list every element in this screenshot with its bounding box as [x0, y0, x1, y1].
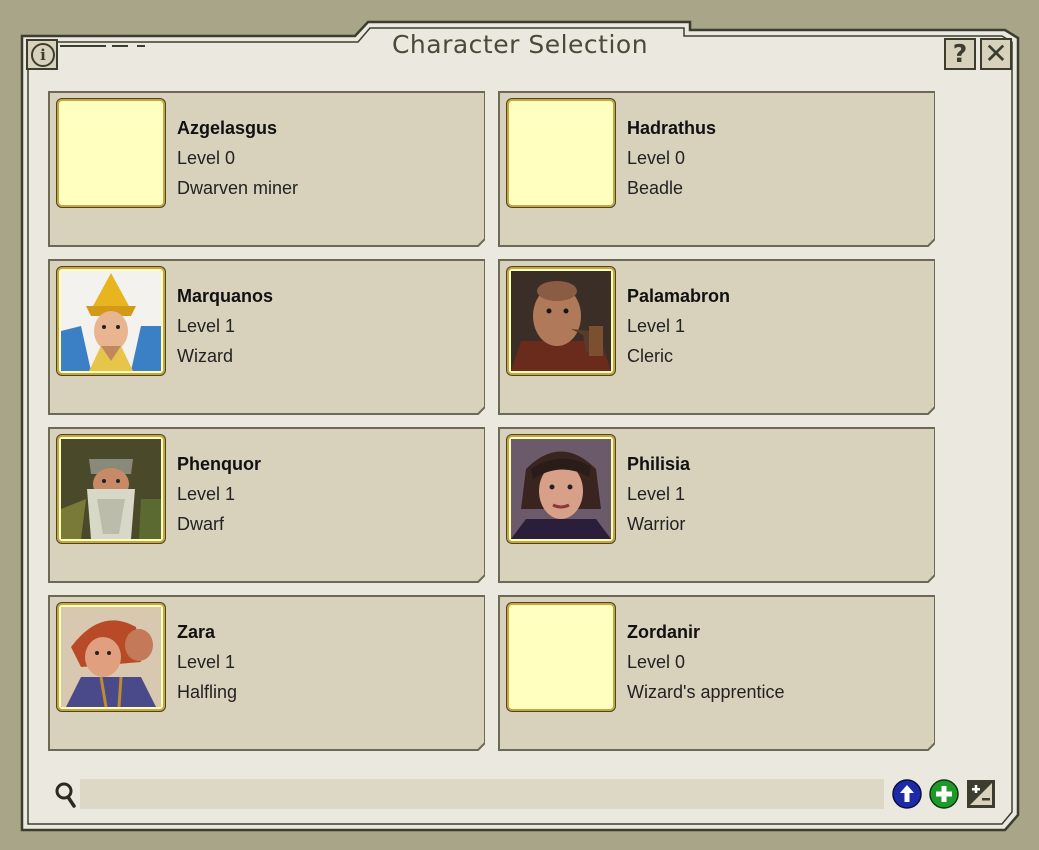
close-button[interactable]: ✕ — [980, 38, 1012, 70]
character-card[interactable]: Zara Level 1 Halfling — [48, 595, 485, 751]
character-class: Warrior — [627, 514, 686, 534]
character-card[interactable]: Azgelasgus Level 0 Dwarven miner — [48, 91, 485, 247]
character-class: Dwarven miner — [177, 178, 299, 198]
dwarf-portrait — [57, 435, 165, 543]
character-name: Zara — [177, 622, 216, 642]
help-button[interactable]: ? — [944, 38, 976, 70]
character-class: Cleric — [627, 346, 674, 366]
character-class: Wizard — [177, 346, 234, 366]
character-level: Level 1 — [177, 484, 236, 504]
character-level: Level 0 — [627, 148, 686, 168]
import-button[interactable] — [892, 779, 922, 809]
portrait-empty — [507, 99, 615, 207]
character-card[interactable]: Palamabron Level 1 Cleric — [498, 259, 935, 415]
character-level: Level 0 — [627, 652, 686, 672]
character-name: Marquanos — [177, 286, 274, 306]
edit-button[interactable] — [966, 779, 996, 809]
character-class: Halfling — [177, 682, 238, 702]
character-level: Level 1 — [627, 484, 686, 504]
character-class: Beadle — [627, 178, 684, 198]
add-character-button[interactable] — [929, 779, 959, 809]
window-title: Character Selection — [391, 30, 649, 59]
character-card[interactable]: Philisia Level 1 Warrior — [498, 427, 935, 583]
halfling-portrait — [57, 603, 165, 711]
character-name: Philisia — [627, 454, 691, 474]
info-icon: i — [31, 43, 55, 67]
character-card[interactable]: Marquanos Level 1 Wizard — [48, 259, 485, 415]
character-card[interactable]: Hadrathus Level 0 Beadle — [498, 91, 935, 247]
info-button[interactable]: i — [26, 39, 58, 70]
character-level: Level 1 — [177, 316, 236, 336]
warrior-portrait — [507, 435, 615, 543]
character-name: Azgelasgus — [177, 118, 278, 138]
portrait-empty — [507, 603, 615, 711]
character-card[interactable]: Zordanir Level 0 Wizard's apprentice — [498, 595, 935, 751]
cleric-portrait — [507, 267, 615, 375]
character-class: Wizard's apprentice — [627, 682, 785, 702]
character-level: Level 0 — [177, 148, 236, 168]
portrait-empty — [57, 99, 165, 207]
wizard-portrait — [57, 267, 165, 375]
character-name: Hadrathus — [627, 118, 717, 138]
character-level: Level 1 — [627, 316, 686, 336]
character-level: Level 1 — [177, 652, 236, 672]
search-icon — [55, 782, 76, 808]
character-class: Dwarf — [177, 514, 225, 534]
search-input[interactable] — [80, 779, 884, 809]
character-name: Phenquor — [177, 454, 261, 474]
character-card[interactable]: Phenquor Level 1 Dwarf — [48, 427, 485, 583]
character-name: Palamabron — [627, 286, 731, 306]
character-name: Zordanir — [627, 622, 701, 642]
